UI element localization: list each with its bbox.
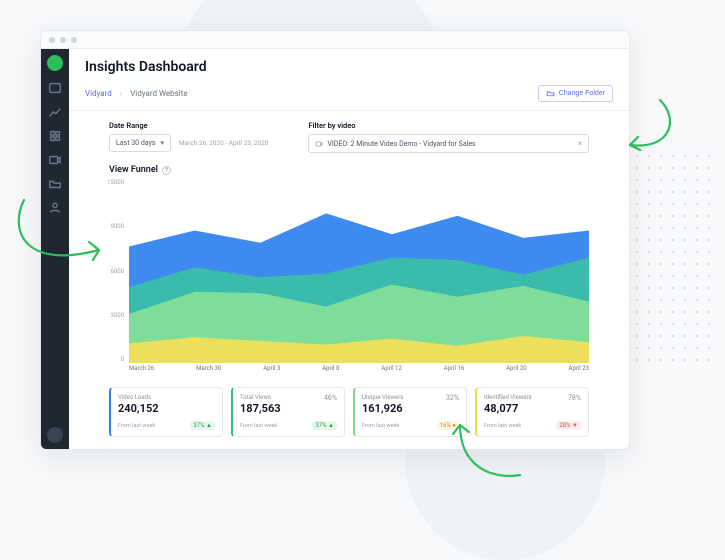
chart-plot — [129, 179, 589, 363]
metric-value: 187,563 — [240, 402, 281, 415]
metric-value: 48,077 — [484, 402, 532, 415]
metric-sub: From last week — [118, 423, 155, 429]
chevron-down-icon: ▾ — [160, 139, 164, 147]
metric-card[interactable]: Video Loads240,152 From last week 37% ▲ — [109, 387, 223, 437]
window-dot — [60, 37, 66, 43]
date-range-dropdown[interactable]: Last 30 days ▾ — [109, 134, 171, 152]
video-icon[interactable] — [48, 153, 62, 167]
metric-sub: From last week — [240, 423, 277, 429]
app-logo[interactable] — [47, 55, 63, 71]
metric-pct: 78% — [568, 394, 581, 402]
chart: 150009000600030000 March 26March 30April… — [109, 179, 589, 377]
avatar[interactable] — [47, 427, 63, 443]
breadcrumb-root[interactable]: Vidyard — [85, 89, 112, 98]
metric-pct: 32% — [446, 394, 459, 402]
chart-title-row: View Funnel ? — [109, 165, 589, 175]
x-axis-labels: March 26March 30April 3April 8April 12Ap… — [129, 365, 589, 377]
date-range-label: Date Range — [109, 121, 268, 130]
metric-card[interactable]: Total Views187,563 46% From last week 37% ▲ — [231, 387, 345, 437]
filter-value: VIDEO: 2 Minute Video Demo - Vidyard for… — [327, 140, 475, 148]
metric-delta: 37% ▲ — [190, 421, 215, 430]
filter-dropdown[interactable]: VIDEO: 2 Minute Video Demo - Vidyard for… — [308, 134, 589, 153]
metric-label: Unique Viewers — [362, 394, 403, 401]
page-title: Insights Dashboard — [85, 59, 613, 75]
metric-label: Video Loads — [118, 394, 159, 401]
metric-delta: 28% ▼ — [556, 421, 581, 430]
main-panel: Insights Dashboard Vidyard › Vidyard Web… — [69, 49, 629, 449]
app-window: Insights Dashboard Vidyard › Vidyard Web… — [40, 30, 630, 450]
metric-value: 161,926 — [362, 402, 403, 415]
window-titlebar — [41, 31, 629, 49]
library-icon[interactable] — [48, 129, 62, 143]
date-range-caption: March 26, 2020 - April 23, 2020 — [179, 139, 268, 147]
home-icon[interactable] — [48, 81, 62, 95]
filter-label: Filter by video — [308, 121, 589, 130]
metric-label: Identified Viewers — [484, 394, 532, 401]
metric-delta: 37% ▲ — [312, 421, 337, 430]
filter-control: Filter by video VIDEO: 2 Minute Video De… — [308, 121, 589, 153]
breadcrumb-current: Vidyard Website — [130, 89, 187, 98]
info-icon[interactable]: ? — [162, 166, 171, 175]
metric-sub: From last week — [362, 423, 399, 429]
date-range-control: Date Range Last 30 days ▾ March 26, 2020… — [109, 121, 268, 153]
metric-label: Total Views — [240, 394, 281, 401]
window-dot — [49, 37, 55, 43]
breadcrumb-sep: › — [120, 89, 122, 98]
metric-value: 240,152 — [118, 402, 159, 415]
window-dot — [71, 37, 77, 43]
analytics-icon[interactable] — [48, 105, 62, 119]
change-folder-label: Change Folder — [559, 90, 605, 97]
chart-title: View Funnel — [109, 165, 158, 175]
folder-icon[interactable] — [48, 177, 62, 191]
breadcrumb: Vidyard › Vidyard Website — [85, 89, 188, 98]
date-range-value: Last 30 days — [116, 139, 155, 147]
video-icon — [315, 140, 323, 148]
clear-filter-icon[interactable]: × — [578, 139, 582, 148]
folder-icon — [546, 89, 555, 98]
metric-pct: 46% — [324, 394, 337, 402]
